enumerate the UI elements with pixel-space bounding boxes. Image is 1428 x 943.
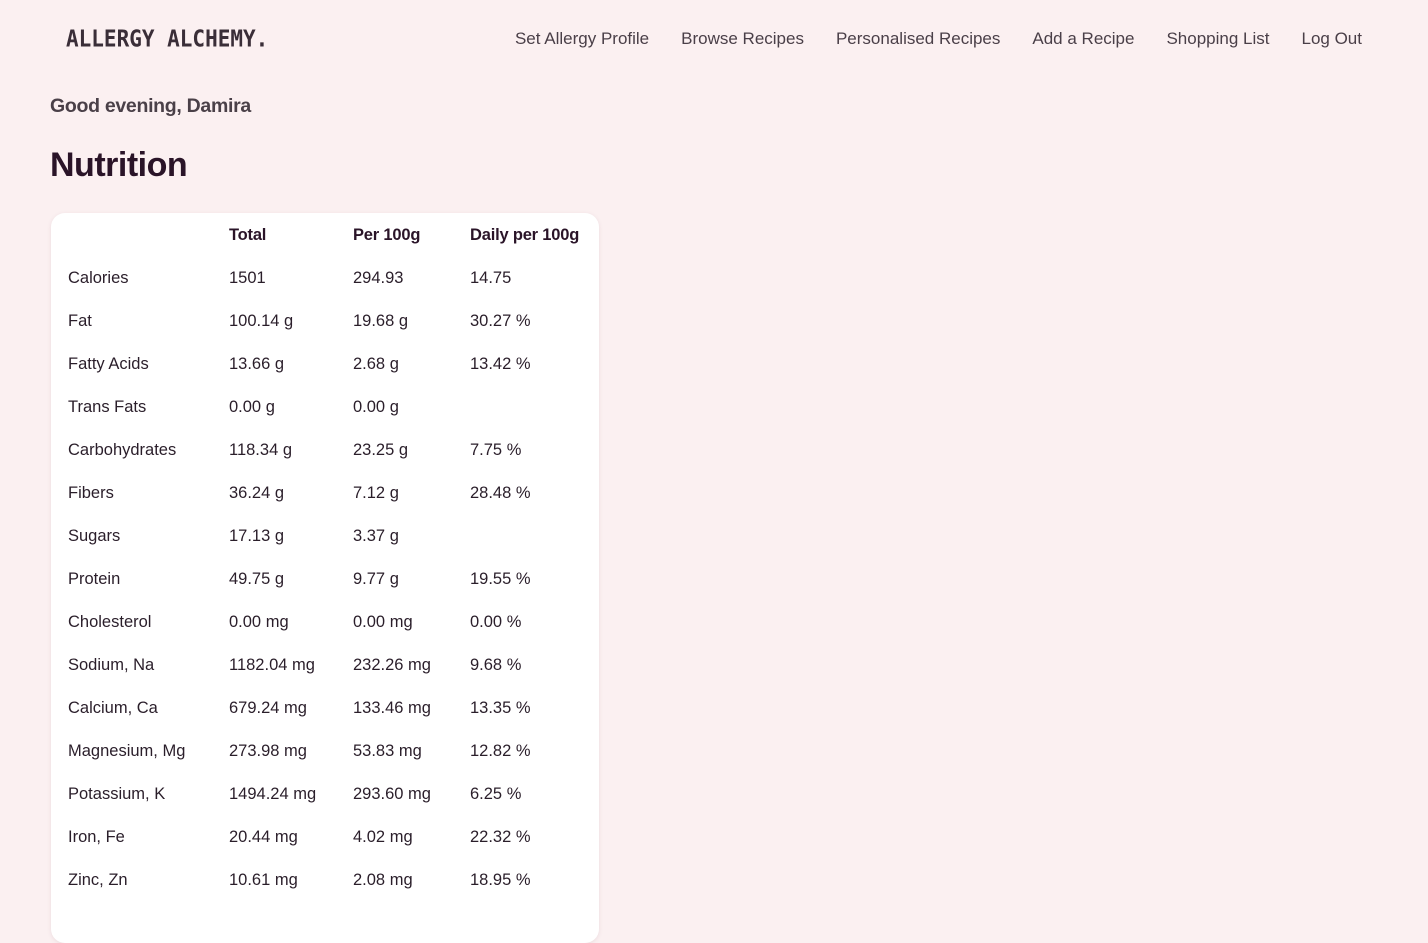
cell-nutrient: Magnesium, Mg: [68, 742, 186, 760]
table-row: Fatty Acids 13.66 g 2.68 g 13.42 %: [51, 343, 599, 386]
cell-per-100g: 3.37 g: [353, 527, 399, 545]
nav-set-allergy-profile[interactable]: Set Allergy Profile: [515, 29, 649, 49]
cell-daily-per-100g: [470, 386, 599, 429]
cell-per-100g: 9.77 g: [353, 570, 399, 588]
cell-total: 100.14 g: [229, 312, 294, 330]
cell-total: 10.61 mg: [229, 871, 298, 889]
cell-per-100g: 23.25 g: [353, 441, 409, 459]
cell-nutrient: Protein: [68, 570, 121, 588]
top-navigation-bar: ALLERGY ALCHEMY. Set Allergy Profile Bro…: [0, 0, 1428, 80]
cell-per-100g: 294.93: [353, 269, 404, 287]
cell-daily-per-100g: [470, 515, 599, 558]
cell-total: 36.24 g: [229, 484, 285, 502]
cell-daily-per-100g: 18.95 %: [470, 871, 531, 889]
cell-per-100g: 4.02 mg: [353, 828, 413, 846]
page-title: Nutrition: [50, 146, 188, 184]
cell-nutrient: Fat: [68, 312, 92, 330]
cell-total: 273.98 mg: [229, 742, 307, 760]
table-row: Cholesterol 0.00 mg 0.00 mg 0.00 %: [51, 601, 599, 644]
cell-nutrient: Fibers: [68, 484, 114, 502]
cell-nutrient: Trans Fats: [68, 398, 147, 416]
nav-personalised-recipes[interactable]: Personalised Recipes: [836, 29, 1000, 49]
cell-daily-per-100g: 30.27 %: [470, 312, 531, 330]
nutrition-table: Total Per 100g Daily per 100g Calories 15…: [51, 213, 599, 902]
cell-per-100g: 133.46 mg: [353, 699, 431, 717]
cell-nutrient: Sugars: [68, 527, 121, 545]
column-header-total: Total: [229, 225, 267, 244]
greeting-text: Good evening, Damira: [50, 95, 251, 117]
column-header-per-100g: Per 100g: [353, 225, 421, 244]
cell-per-100g: 53.83 mg: [353, 742, 422, 760]
cell-nutrient: Zinc, Zn: [68, 871, 128, 889]
column-header-daily-per-100g: Daily per 100g: [470, 225, 580, 244]
nutrition-card: Total Per 100g Daily per 100g Calories 15…: [51, 213, 599, 943]
column-header-nutrient: [51, 213, 229, 257]
cell-total: 17.13 g: [229, 527, 285, 545]
cell-nutrient: Carbohydrates: [68, 441, 177, 459]
cell-total: 49.75 g: [229, 570, 285, 588]
cell-per-100g: 2.08 mg: [353, 871, 413, 889]
table-row: Calories 1501 294.93 14.75: [51, 257, 599, 300]
cell-per-100g: 2.68 g: [353, 355, 399, 373]
table-row: Iron, Fe 20.44 mg 4.02 mg 22.32 %: [51, 816, 599, 859]
cell-total: 0.00 mg: [229, 613, 289, 631]
main-nav: Set Allergy Profile Browse Recipes Perso…: [515, 29, 1362, 49]
table-row: Zinc, Zn 10.61 mg 2.08 mg 18.95 %: [51, 859, 599, 902]
cell-daily-per-100g: 12.82 %: [470, 742, 531, 760]
site-logo[interactable]: ALLERGY ALCHEMY.: [66, 26, 268, 52]
cell-per-100g: 232.26 mg: [353, 656, 431, 674]
nav-log-out[interactable]: Log Out: [1302, 29, 1363, 49]
cell-per-100g: 293.60 mg: [353, 785, 431, 803]
table-row: Fat 100.14 g 19.68 g 30.27 %: [51, 300, 599, 343]
table-row: Trans Fats 0.00 g 0.00 g: [51, 386, 599, 429]
cell-per-100g: 0.00 g: [353, 398, 399, 416]
cell-nutrient: Fatty Acids: [68, 355, 149, 373]
cell-daily-per-100g: 6.25 %: [470, 785, 522, 803]
cell-nutrient: Calcium, Ca: [68, 699, 158, 717]
table-header-row: Total Per 100g Daily per 100g: [51, 213, 599, 257]
table-row: Sugars 17.13 g 3.37 g: [51, 515, 599, 558]
cell-daily-per-100g: 28.48 %: [470, 484, 531, 502]
table-row: Fibers 36.24 g 7.12 g 28.48 %: [51, 472, 599, 515]
cell-daily-per-100g: 13.42 %: [470, 355, 531, 373]
cell-total: 0.00 g: [229, 398, 275, 416]
cell-total: 118.34 g: [229, 441, 293, 459]
table-row: Potassium, K 1494.24 mg 293.60 mg 6.25 %: [51, 773, 599, 816]
cell-total: 1501: [229, 269, 266, 287]
cell-total: 20.44 mg: [229, 828, 298, 846]
cell-nutrient: Calories: [68, 269, 129, 287]
cell-daily-per-100g: 14.75: [470, 269, 512, 287]
cell-total: 1182.04 mg: [229, 656, 315, 674]
table-row: Protein 49.75 g 9.77 g 19.55 %: [51, 558, 599, 601]
cell-total: 679.24 mg: [229, 699, 307, 717]
cell-nutrient: Sodium, Na: [68, 656, 155, 674]
cell-nutrient: Iron, Fe: [68, 828, 125, 846]
nutrition-table-body: Calories 1501 294.93 14.75 Fat 100.14 g 19.68 …: [51, 257, 599, 902]
cell-nutrient: Cholesterol: [68, 613, 152, 631]
cell-total: 13.66 g: [229, 355, 285, 373]
cell-daily-per-100g: 0.00 %: [470, 613, 522, 631]
nav-browse-recipes[interactable]: Browse Recipes: [681, 29, 804, 49]
cell-per-100g: 0.00 mg: [353, 613, 413, 631]
cell-daily-per-100g: 19.55 %: [470, 570, 531, 588]
nav-add-a-recipe[interactable]: Add a Recipe: [1032, 29, 1134, 49]
table-row: Carbohydrates 118.34 g 23.25 g 7.75 %: [51, 429, 599, 472]
table-row: Sodium, Na 1182.04 mg 232.26 mg 9.68 %: [51, 644, 599, 687]
nav-shopping-list[interactable]: Shopping List: [1166, 29, 1269, 49]
cell-daily-per-100g: 22.32 %: [470, 828, 531, 846]
table-row: Calcium, Ca 679.24 mg 133.46 mg 13.35 %: [51, 687, 599, 730]
table-row: Magnesium, Mg 273.98 mg 53.83 mg 12.82 %: [51, 730, 599, 773]
cell-per-100g: 19.68 g: [353, 312, 409, 330]
cell-total: 1494.24 mg: [229, 785, 317, 803]
cell-per-100g: 7.12 g: [353, 484, 399, 502]
cell-daily-per-100g: 7.75 %: [470, 441, 522, 459]
cell-nutrient: Potassium, K: [68, 785, 166, 803]
cell-daily-per-100g: 13.35 %: [470, 699, 531, 717]
cell-daily-per-100g: 9.68 %: [470, 656, 522, 674]
